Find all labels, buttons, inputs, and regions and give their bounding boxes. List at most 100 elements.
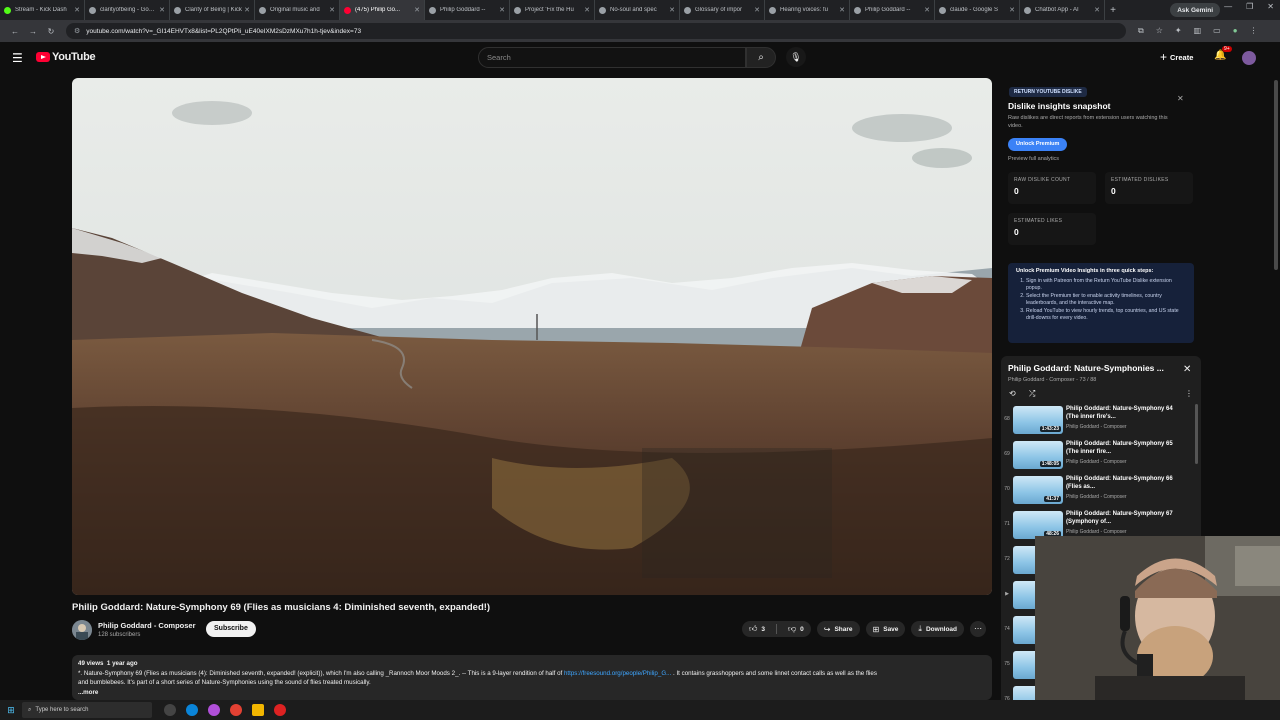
channel-name[interactable]: Philip Goddard - Composer [98,621,196,630]
youtube-logo[interactable]: YouTube [36,51,96,63]
profile-icon[interactable]: ● [1233,26,1238,36]
close-window-icon[interactable]: ✕ [1267,2,1274,11]
search-icon: ⌕ [28,706,32,713]
browser-tab[interactable]: Hearing voices: fu ✕ [765,0,850,20]
forward-icon[interactable]: → [24,27,42,36]
ask-gemini-button[interactable]: Ask Gemini [1170,3,1220,17]
playlist-item-thumbnail: 1:48:05 [1013,441,1063,469]
subscribe-button[interactable]: Subscribe [206,621,256,637]
taskbar-search[interactable]: ⌕ Type here to search [22,702,152,718]
menu-kebab-icon[interactable]: ⋮ [1250,26,1258,36]
hamburger-menu-icon[interactable]: ☰ [12,51,23,65]
browser-tab[interactable]: claude - Google S ✕ [935,0,1020,20]
playlist-item[interactable]: 69 1:48:05 Philip Goddard: Nature-Symphony… [1001,439,1201,474]
browser-tab[interactable]: Philip Goddard -- ✕ [425,0,510,20]
maximize-icon[interactable]: ❐ [1246,2,1253,11]
tab-close-icon[interactable]: ✕ [669,6,675,14]
description-line-1: *. Nature-Symphony 69 (Flies as musician… [78,669,986,679]
install-icon[interactable]: ⧉ [1138,26,1144,36]
extensions-icon[interactable]: ✦ [1175,26,1182,36]
new-tab-icon[interactable]: + [1105,5,1121,16]
playlist-scrollbar[interactable] [1195,404,1198,464]
extension-close-icon[interactable]: ✕ [1177,94,1184,103]
browser-tab[interactable]: (475) Philip Go... ✕ [340,0,425,20]
dislike-button[interactable]: 👎︎ 0 [781,624,811,634]
browser-tab[interactable]: Original music and ✕ [255,0,340,20]
browser-tab[interactable]: Project 'Fix the Hu ✕ [510,0,595,20]
cast-icon[interactable]: ▭ [1213,26,1221,36]
obs-icon[interactable] [274,704,286,716]
browser-tab[interactable]: Philip Goddard -- ✕ [850,0,935,20]
tab-close-icon[interactable]: ✕ [499,6,505,14]
reload-icon[interactable]: ↻ [42,27,60,36]
tab-label: Glossary of impor [695,7,743,13]
tab-close-icon[interactable]: ✕ [414,6,420,14]
download-button[interactable]: ⤓ Download [911,621,965,637]
task-view-icon[interactable] [164,704,176,716]
browser-tab[interactable]: Stream - Kick Dash ✕ [0,0,85,20]
save-button[interactable]: ⊞ Save [865,621,906,637]
create-button[interactable]: + Create [1160,50,1193,64]
shuffle-icon[interactable]: ⤮ [1029,389,1035,399]
loop-icon[interactable]: ⟲ [1009,389,1016,398]
video-player[interactable] [72,78,992,595]
browser-tab[interactable]: Chatbot App - AI ✕ [1020,0,1105,20]
playlist-item-title: Philip Goddard: Nature-Symphony 66 (Flie… [1066,476,1173,490]
description-link[interactable]: https://freesound.org/people/Philip_G... [564,670,671,677]
edge-icon[interactable] [186,704,198,716]
minimize-icon[interactable]: — [1224,2,1232,11]
browser-tab[interactable]: Clarity of Being | Kick ✕ [170,0,255,20]
playlist-menu-icon[interactable]: ⋮ [1185,389,1193,398]
tab-close-icon[interactable]: ✕ [1094,6,1100,14]
unlock-premium-button[interactable]: Unlock Premium [1008,138,1068,151]
file-explorer-icon[interactable] [252,704,264,716]
tab-close-icon[interactable]: ✕ [924,6,930,14]
search-input[interactable]: Search [478,47,746,68]
app-icon[interactable] [208,704,220,716]
playlist-item-index: 68 [1004,416,1010,422]
dislike-count: 0 [800,625,804,633]
page-scrollbar[interactable] [1274,80,1278,270]
back-icon[interactable]: ← [6,27,24,36]
extension-tag: RETURN YOUTUBE DISLIKE [1009,87,1087,97]
tab-close-icon[interactable]: ✕ [1009,6,1015,14]
tab-favicon-icon [939,6,946,14]
show-more-link[interactable]: ...more [78,688,986,698]
sidepanel-icon[interactable]: ▥ [1194,26,1202,36]
preview-analytics-link[interactable]: Preview full analytics [1008,156,1059,162]
tab-favicon-icon [1024,6,1031,14]
browser-tab[interactable]: Glossary of impor ✕ [680,0,765,20]
voice-search-button[interactable]: 🎙 [786,47,806,67]
playlist-item[interactable]: 70 41:37 Philip Goddard: Nature-Symphony 6… [1001,474,1201,509]
more-actions-button[interactable]: ⋯ [970,621,987,637]
tab-close-icon[interactable]: ✕ [584,6,590,14]
tab-close-icon[interactable]: ✕ [159,6,165,14]
browser-tab[interactable]: No-soul and spec ✕ [595,0,680,20]
chrome-icon[interactable] [230,704,242,716]
search-button[interactable]: ⌕ [746,47,776,68]
share-button[interactable]: ↪ Share [816,621,860,637]
like-dislike-group: 👍︎ 3 👎︎ 0 [742,621,811,637]
bookmark-star-icon[interactable]: ☆ [1156,26,1163,36]
playlist-item[interactable]: 68 1:43:23 Philip Goddard: Nature-Symphony… [1001,404,1201,439]
video-frame-landscape [72,78,992,595]
like-button[interactable]: 👍︎ 3 [742,624,772,634]
playlist-close-icon[interactable]: ✕ [1183,364,1191,375]
playlist-title[interactable]: Philip Goddard: Nature-Symphonies ... [1008,363,1176,373]
browser-tab[interactable]: clarityofbeing - Google ✕ [85,0,170,20]
tab-close-icon[interactable]: ✕ [329,6,335,14]
account-avatar[interactable] [1242,51,1256,65]
description-box[interactable]: 49 views 1 year ago *. Nature-Symphony 6… [72,655,992,700]
extension-description: Raw dislikes are direct reports from ext… [1008,115,1168,129]
estimated-likes-stat: ESTIMATED LIKES 0 [1008,213,1096,245]
address-bar[interactable]: ⚙ youtube.com/watch?v=_GI14EHVTx8&list=P… [66,23,1126,39]
youtube-header: ☰ YouTube Search ⌕ 🎙 + Create 🔔 9+ [0,42,1280,74]
tab-close-icon[interactable]: ✕ [754,6,760,14]
like-count: 3 [761,625,765,633]
tab-close-icon[interactable]: ✕ [839,6,845,14]
site-info-icon[interactable]: ⚙ [74,27,80,35]
tab-close-icon[interactable]: ✕ [74,6,80,14]
tab-close-icon[interactable]: ✕ [244,6,250,14]
channel-avatar[interactable] [72,620,92,640]
windows-start-icon[interactable]: ⊞ [0,705,22,716]
